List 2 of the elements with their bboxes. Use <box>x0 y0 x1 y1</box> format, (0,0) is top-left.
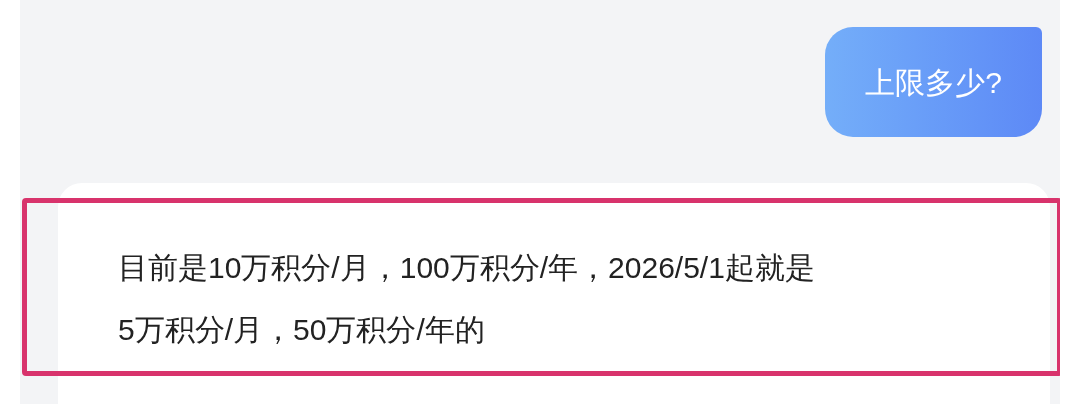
user-message-bubble: 上限多少? <box>825 27 1042 137</box>
reply-text: 目前是10万积分/月，100万积分/年，2026/5/1起就是5万积分/月，50万积分/年的 <box>118 250 816 348</box>
